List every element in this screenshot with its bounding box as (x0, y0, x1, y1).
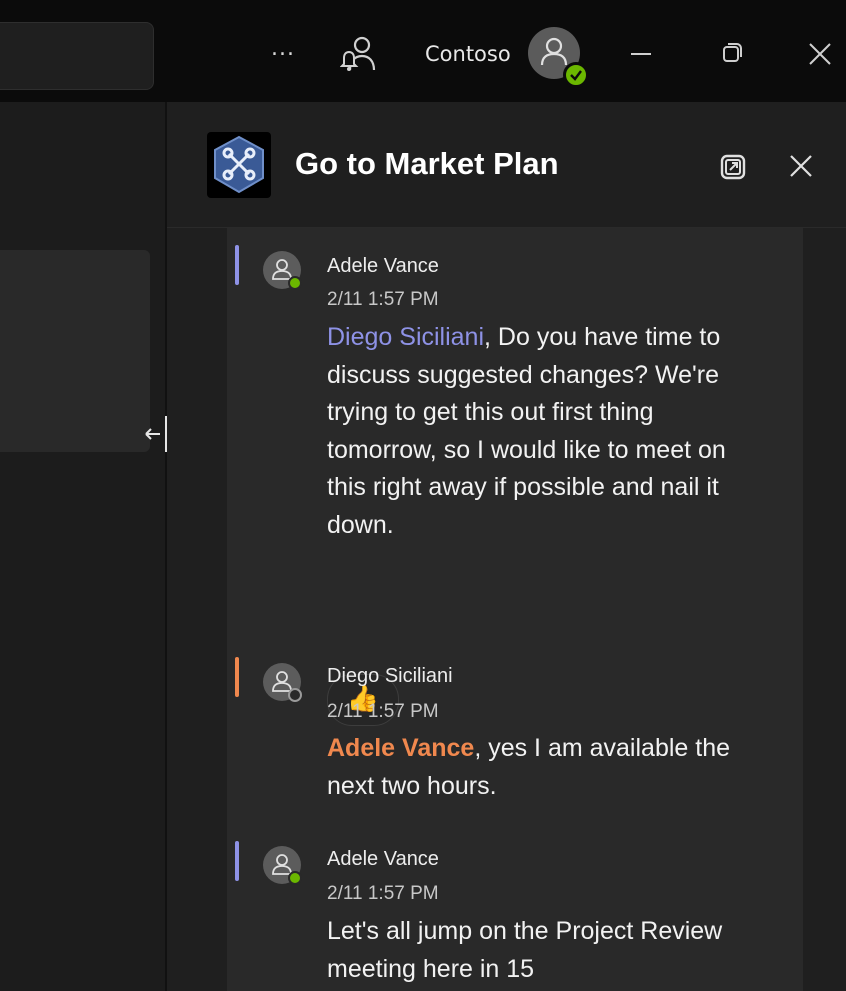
close-pane-button[interactable] (787, 152, 815, 180)
message-body: Diego Siciliani, Do you have time to dis… (327, 319, 767, 544)
message-list[interactable]: Adele Vance 2/11 1:57 PM Diego Siciliani… (227, 228, 803, 991)
message-body: Let's all jump on the Project Review mee… (327, 917, 723, 983)
message-author[interactable]: Adele Vance (327, 848, 439, 871)
message-accent-bar (235, 245, 239, 285)
content-card[interactable] (0, 250, 150, 452)
mention[interactable]: Diego Siciliani (327, 323, 484, 351)
message-text: , Do you have time to discuss suggested … (327, 323, 726, 539)
message-accent-bar (235, 841, 239, 881)
message-timestamp: 2/11 1:57 PM (327, 883, 439, 904)
org-name[interactable]: Contoso (425, 42, 511, 66)
app-logo (207, 132, 271, 198)
avatar[interactable] (263, 251, 302, 290)
presence-available-icon (563, 62, 589, 88)
main-content-panel (0, 102, 165, 991)
presence-offline-icon (288, 688, 302, 702)
search-input[interactable] (0, 22, 154, 90)
message-author[interactable]: Diego Siciliani (327, 665, 453, 688)
more-options-button[interactable]: ... (266, 36, 300, 70)
side-pane: Go to Market Plan Adele Vance 2/11 1:57 … (167, 102, 846, 991)
presence-available-icon (288, 276, 302, 290)
mention[interactable]: Adele Vance (327, 734, 474, 762)
message-timestamp: 2/11 1:57 PM (327, 701, 439, 722)
restore-button[interactable] (718, 38, 746, 66)
drone-icon (214, 135, 264, 194)
title-bar: ... Contoso (0, 0, 846, 102)
presence-available-icon (288, 871, 302, 885)
close-window-button[interactable] (806, 40, 834, 68)
avatar[interactable] (263, 846, 302, 885)
message-timestamp: 2/11 1:57 PM (327, 289, 439, 310)
message-body: Adele Vance, yes I am available the next… (327, 730, 767, 805)
activity-icon[interactable] (340, 34, 376, 76)
popout-icon[interactable] (718, 152, 748, 182)
minimize-button[interactable] (627, 40, 655, 68)
pane-header: Go to Market Plan (167, 102, 846, 228)
pane-title: Go to Market Plan (295, 146, 559, 181)
message-author[interactable]: Adele Vance (327, 255, 439, 278)
message-accent-bar (235, 657, 239, 697)
avatar[interactable] (263, 663, 302, 702)
pane-scroll-gutter (803, 228, 846, 991)
